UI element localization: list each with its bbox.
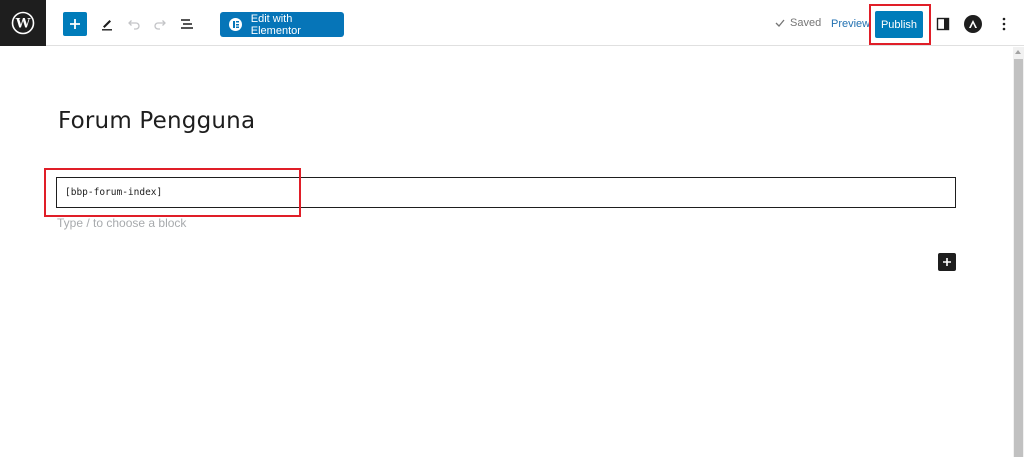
add-block-button[interactable] bbox=[63, 12, 87, 36]
block-placeholder[interactable]: Type / to choose a block bbox=[57, 216, 186, 230]
edit-with-elementor-label: Edit with Elementor bbox=[250, 12, 301, 37]
elementor-icon bbox=[229, 18, 242, 31]
scrollbar-thumb[interactable] bbox=[1014, 59, 1023, 457]
undo-icon bbox=[128, 20, 140, 30]
sidebar-toggle-icon bbox=[936, 17, 950, 31]
undo-button[interactable] bbox=[123, 13, 145, 35]
scroll-up-arrow-icon[interactable] bbox=[1015, 50, 1021, 54]
preview-button[interactable]: Preview bbox=[831, 18, 870, 30]
wordpress-icon: W bbox=[11, 11, 35, 35]
more-vertical-icon bbox=[1002, 17, 1006, 31]
list-view-button[interactable] bbox=[176, 13, 198, 35]
check-icon bbox=[775, 19, 785, 27]
page-title[interactable]: Forum Pengguna bbox=[58, 108, 255, 134]
astra-settings-button[interactable] bbox=[964, 15, 982, 33]
astra-icon bbox=[969, 20, 977, 28]
edit-with-elementor-button[interactable]: Edit with Elementor bbox=[220, 12, 344, 37]
publish-highlight-box bbox=[869, 4, 931, 45]
list-view-icon bbox=[181, 19, 193, 29]
redo-button[interactable] bbox=[149, 13, 171, 35]
save-status: Saved bbox=[775, 17, 821, 29]
redo-icon bbox=[154, 20, 166, 30]
saved-label: Saved bbox=[790, 17, 822, 29]
settings-sidebar-toggle[interactable] bbox=[932, 13, 954, 35]
wordpress-logo[interactable]: W bbox=[0, 0, 46, 46]
plus-icon bbox=[943, 258, 951, 266]
plus-icon bbox=[70, 19, 80, 29]
block-inserter-button[interactable] bbox=[938, 253, 956, 271]
pencil-icon bbox=[102, 20, 112, 31]
shortcode-highlight-box bbox=[44, 168, 301, 217]
options-menu-button[interactable] bbox=[993, 13, 1015, 35]
tools-button[interactable] bbox=[96, 13, 118, 35]
svg-text:W: W bbox=[15, 17, 31, 32]
